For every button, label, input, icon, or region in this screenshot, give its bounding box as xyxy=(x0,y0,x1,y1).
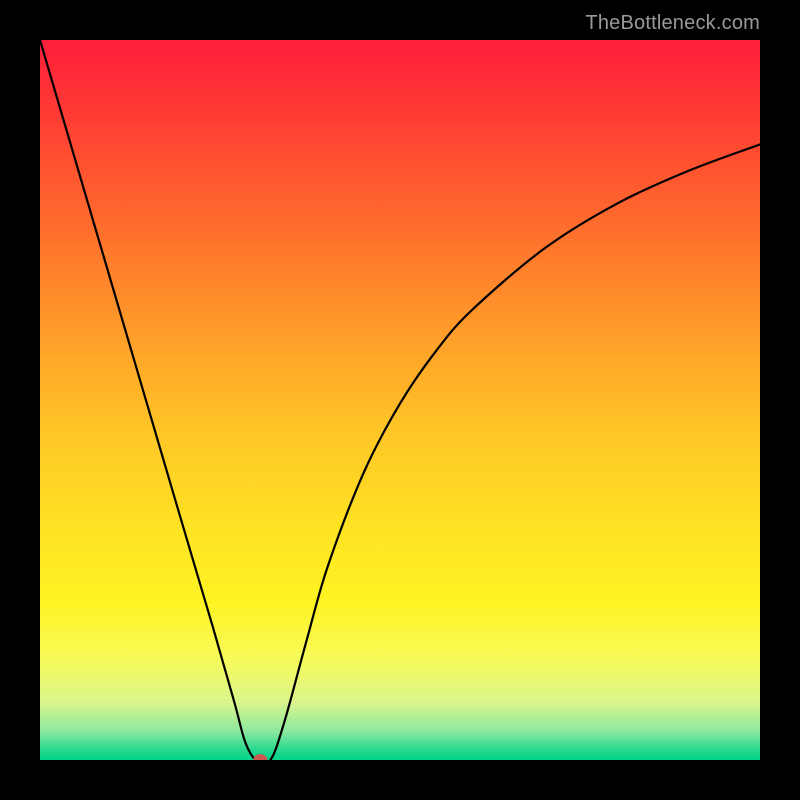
watermark-text: TheBottleneck.com xyxy=(585,12,760,35)
bottleneck-chart xyxy=(40,40,760,760)
gradient-background xyxy=(40,40,760,760)
chart-frame xyxy=(40,40,760,760)
